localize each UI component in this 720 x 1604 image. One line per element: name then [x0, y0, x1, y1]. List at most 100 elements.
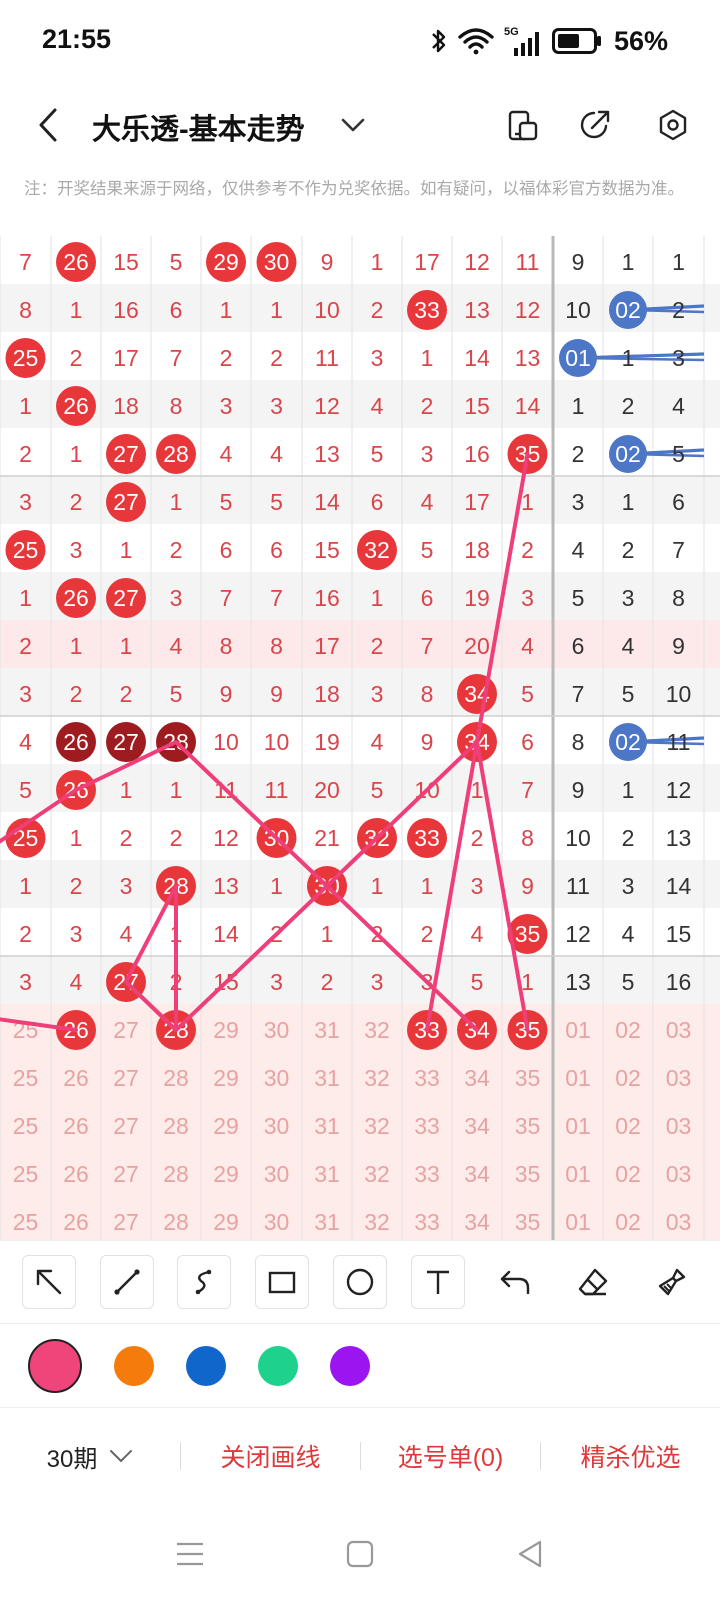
red-omission-number: 16 [314, 585, 340, 611]
status-bar: 21:55 5G 56% [0, 0, 720, 82]
red-omission-number: 5 [371, 441, 384, 467]
red-omission-number: 34 [464, 1113, 490, 1139]
premium-picks-button[interactable]: 精杀优选 [541, 1438, 720, 1474]
red-omission-number: 6 [521, 729, 534, 755]
back-nav-icon[interactable] [515, 1539, 545, 1569]
red-omission-number: 5 [371, 777, 384, 803]
red-omission-number: 8 [220, 633, 233, 659]
red-omission-number: 5 [270, 489, 283, 515]
row-background [0, 1052, 720, 1100]
red-omission-number: 31 [314, 1017, 340, 1043]
red-omission-number: 35 [515, 1161, 541, 1187]
arrow-tool-button[interactable] [21, 1255, 76, 1309]
blue-ball-number: 02 [615, 441, 641, 467]
line-tool-button[interactable] [99, 1255, 154, 1309]
selection-list-button[interactable]: 选号单(0) [361, 1438, 540, 1474]
red-omission-number: 3 [270, 393, 283, 419]
blue-omission-number: 7 [572, 681, 585, 707]
red-omission-number: 13 [314, 441, 340, 467]
red-omission-number: 9 [521, 873, 534, 899]
blue-omission-number: 12 [565, 921, 591, 947]
red-omission-number: 12 [213, 825, 239, 851]
blue-omission-number: 3 [622, 585, 635, 611]
color-swatch-purple[interactable] [330, 1345, 370, 1386]
red-omission-number: 1 [120, 777, 133, 803]
rectangle-tool-button[interactable] [255, 1255, 310, 1309]
home-icon[interactable] [345, 1539, 375, 1569]
rotate-screen-button[interactable] [504, 106, 542, 144]
red-omission-number: 1 [220, 297, 233, 323]
blue-omission-number: 2 [572, 441, 585, 467]
trend-chart-grid[interactable]: 7 26 15 5 29 30 9 1 17 12 11 9 1 1 8 1 16 6 1 1 10 2 33 13 12 10 0… [0, 236, 720, 1240]
eraser-button[interactable] [566, 1255, 621, 1309]
circle-tool-button[interactable] [332, 1255, 387, 1309]
clear-button[interactable] [644, 1255, 698, 1309]
period-select[interactable]: 30期 [0, 1439, 180, 1474]
status-icons: 5G 56% [430, 24, 668, 58]
red-omission-number: 2 [70, 681, 83, 707]
disclaimer-notice: 注：开奖结果来源于网络，仅供参考不作为兑奖依据。如有疑问，以福体彩官方数据为准。 [24, 180, 684, 198]
red-ball-number: 33 [414, 297, 440, 323]
red-ball-number: 35 [515, 921, 541, 947]
blue-omission-number: 01 [565, 1209, 591, 1235]
trend-grid-canvas[interactable]: 7 26 15 5 29 30 9 1 17 12 11 9 1 18 1 16 6 1 1 10 2 33 13 12 10 0… [0, 236, 720, 1240]
menu-icon[interactable] [175, 1539, 205, 1569]
bottom-action-bar: 30期 关闭画线 选号单(0) 精杀优选 [0, 1408, 720, 1504]
color-swatch-orange[interactable] [114, 1345, 154, 1386]
blue-omission-number: 10 [565, 825, 591, 851]
red-omission-number: 2 [321, 969, 334, 995]
blue-omission-number: 9 [572, 777, 585, 803]
row-background [0, 380, 720, 428]
blue-omission-number: 02 [615, 1065, 641, 1091]
color-swatch-green[interactable] [258, 1345, 298, 1386]
red-omission-number: 2 [371, 297, 384, 323]
blue-omission-number: 3 [672, 345, 685, 371]
color-swatch-blue[interactable] [186, 1345, 226, 1386]
circle-tool-icon [346, 1268, 374, 1296]
red-omission-number: 30 [264, 1065, 290, 1091]
red-omission-number: 29 [213, 1113, 239, 1139]
red-omission-number: 13 [515, 345, 541, 371]
row-background [0, 1004, 720, 1052]
red-omission-number: 15 [464, 393, 490, 419]
page-title[interactable]: 大乐透-基本走势 [92, 106, 305, 148]
blue-omission-number: 4 [572, 537, 585, 563]
red-omission-number: 3 [471, 873, 484, 899]
red-omission-number: 14 [213, 921, 239, 947]
red-omission-number: 18 [113, 393, 139, 419]
red-omission-number: 31 [314, 1209, 340, 1235]
red-ball-number: 30 [264, 249, 290, 275]
red-omission-number: 8 [521, 825, 534, 851]
phone-rotate-icon [508, 110, 538, 141]
red-omission-number: 5 [170, 249, 183, 275]
close-lines-button[interactable]: 关闭画线 [181, 1438, 360, 1474]
red-omission-number: 32 [364, 1065, 390, 1091]
red-omission-number: 15 [113, 249, 139, 275]
red-omission-number: 3 [170, 585, 183, 611]
blue-omission-number: 01 [565, 1161, 591, 1187]
title-dropdown-button[interactable] [336, 110, 370, 140]
red-omission-number: 1 [371, 585, 384, 611]
red-omission-number: 5 [19, 777, 32, 803]
red-omission-number: 5 [220, 489, 233, 515]
red-omission-number: 18 [464, 537, 490, 563]
curve-tool-button[interactable] [177, 1255, 232, 1309]
red-omission-number: 2 [220, 345, 233, 371]
red-omission-number: 29 [213, 1017, 239, 1043]
text-tool-button[interactable] [410, 1255, 465, 1309]
red-omission-number: 33 [414, 1113, 440, 1139]
share-button[interactable] [576, 106, 614, 144]
undo-button[interactable] [488, 1255, 543, 1309]
red-omission-number: 14 [314, 489, 340, 515]
color-swatch-pink[interactable] [28, 1338, 82, 1393]
back-button[interactable] [28, 102, 68, 148]
red-omission-number: 1 [120, 633, 133, 659]
red-omission-number: 1 [421, 345, 434, 371]
red-omission-number: 1 [70, 297, 83, 323]
red-omission-number: 4 [521, 633, 534, 659]
arrow-tool-icon [36, 1269, 62, 1295]
blue-omission-number: 6 [572, 633, 585, 659]
blue-omission-number: 5 [622, 969, 635, 995]
blue-omission-number: 16 [666, 969, 692, 995]
settings-button[interactable] [654, 106, 692, 144]
